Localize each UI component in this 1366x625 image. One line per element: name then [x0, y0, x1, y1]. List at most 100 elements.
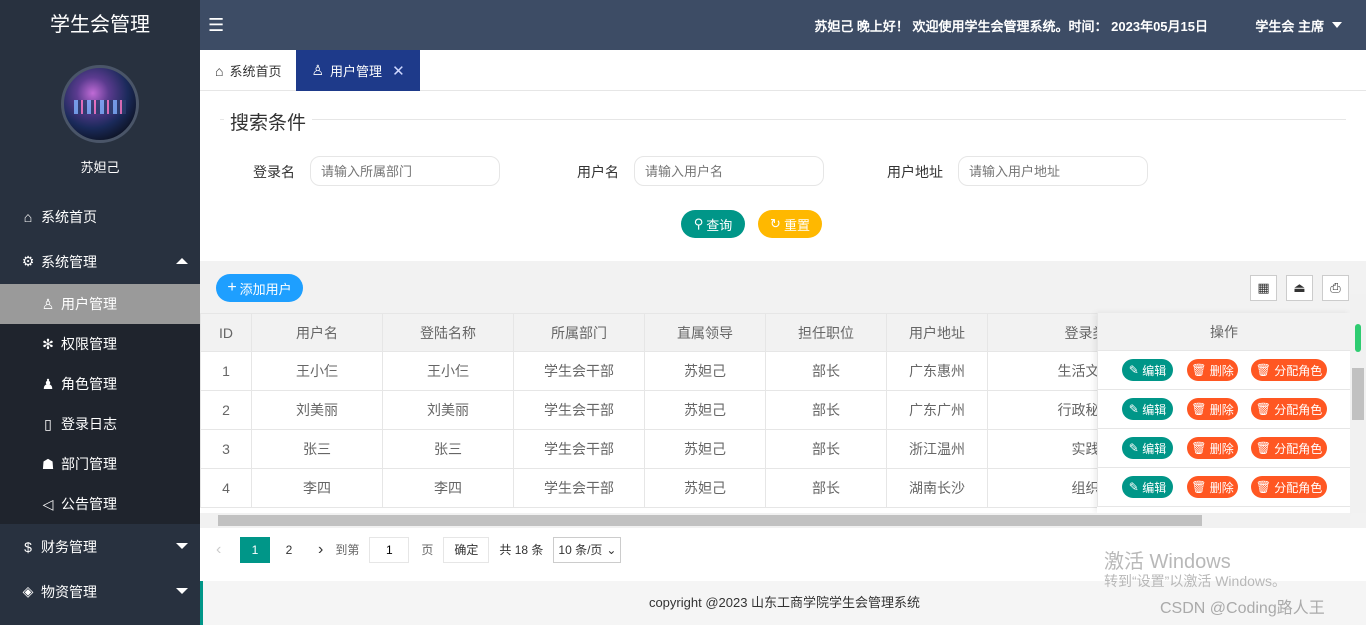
sidebar-item-user-management[interactable]: ♙ 用户管理 — [0, 284, 200, 324]
sidebar-item-department[interactable]: ☗ 部门管理 — [0, 444, 200, 484]
assign-role-button[interactable]: 🗑 分配角色 — [1251, 398, 1327, 420]
horizontal-scrollbar[interactable] — [200, 513, 1350, 528]
delete-label: 删除 — [1209, 441, 1234, 456]
sidebar-item-label: 公告管理 — [61, 496, 117, 512]
table-cell: 部长 — [765, 429, 887, 469]
chevron-up-icon — [176, 258, 188, 264]
edit-button[interactable]: ✎ 编辑 — [1122, 476, 1173, 498]
search-row: 登录名 用户名 用户地址 — [200, 156, 1366, 186]
trash-icon: 🗑 — [1191, 441, 1207, 455]
delete-button[interactable]: 🗑 删除 — [1187, 476, 1238, 498]
delete-button[interactable]: 🗑 删除 — [1187, 359, 1238, 381]
reset-button[interactable]: ↻ 重置 — [758, 210, 822, 238]
add-user-button[interactable]: + 添加用户 — [216, 274, 303, 302]
scroll-thumb[interactable] — [218, 515, 1202, 526]
table-cell: 苏妲己 — [644, 351, 766, 391]
sidebar-item-system[interactable]: ⚙ 系统管理 — [0, 239, 200, 284]
tab-home[interactable]: ⌂ 系统首页 — [200, 50, 296, 91]
export-icon[interactable]: ⏏ — [1286, 275, 1313, 301]
sidebar-item-login-log[interactable]: ▯ 登录日志 — [0, 404, 200, 444]
trash-icon: 🗑 — [1255, 402, 1271, 416]
trash-icon: 🗑 — [1191, 402, 1207, 416]
role-label: 学生会 主席 — [1255, 18, 1324, 34]
assign-role-button[interactable]: 🗑 分配角色 — [1251, 476, 1327, 498]
delete-label: 删除 — [1209, 480, 1234, 495]
table-cell: 张三 — [382, 429, 514, 469]
goto-page-input[interactable] — [369, 536, 410, 563]
avatar[interactable] — [61, 65, 139, 143]
column-header[interactable]: 登陆名称 — [382, 313, 514, 352]
table-area: + 添加用户 ▦ ⏏ ⎙ ID 用户名 登陆名称 所属部门 直属领导 担任职位 … — [200, 261, 1366, 571]
confirm-button[interactable]: 确定 — [443, 536, 490, 563]
print-icon[interactable]: ⎙ — [1322, 275, 1349, 301]
role-dropdown[interactable]: 学生会 主席 — [1255, 16, 1342, 35]
table-row[interactable]: 1 王小仨 王小仨 学生会干部 苏妲己 部长 广东惠州 生活文体部 — [200, 351, 1198, 391]
table-row[interactable]: 3 张三 张三 学生会干部 苏妲己 部长 浙江温州 实践部 — [200, 429, 1198, 469]
chevron-down-icon — [176, 588, 188, 594]
assign-role-button[interactable]: 🗑 分配角色 — [1251, 437, 1327, 459]
box-icon: ◈ — [22, 583, 34, 599]
vertical-scrollbar[interactable] — [1350, 294, 1366, 513]
search-legend: 搜索条件 — [224, 108, 313, 135]
search-panel: 搜索条件 登录名 用户名 用户地址 ⚲ 查询 ↻ 重置 — [200, 91, 1366, 261]
user-address-input[interactable] — [958, 156, 1148, 186]
greeting-text: 苏妲己 晚上好！ 欢迎使用学生会管理系统。时间： 2023年05月15日 — [814, 18, 1208, 34]
chevron-right-icon[interactable]: › — [318, 541, 323, 559]
pencil-icon: ✎ — [1128, 441, 1139, 455]
column-header[interactable]: 用户地址 — [886, 313, 988, 352]
columns-filter-icon[interactable]: ▦ — [1250, 275, 1277, 301]
delete-button[interactable]: 🗑 删除 — [1187, 398, 1238, 420]
column-header[interactable]: 所属部门 — [513, 313, 645, 352]
column-header[interactable]: ID — [200, 313, 252, 352]
table-cell: 湖南长沙 — [886, 468, 988, 508]
user-name-input[interactable] — [634, 156, 824, 186]
table-row[interactable]: 2 刘美丽 刘美丽 学生会干部 苏妲己 部长 广东广州 行政秘书部 — [200, 390, 1198, 430]
sidebar-menu: ⌂ 系统首页 ⚙ 系统管理 ♙ 用户管理 ✻ 权限管理 ♟ 角色管理 ▯ 登录日… — [0, 194, 200, 614]
sidebar-item-permission[interactable]: ✻ 权限管理 — [0, 324, 200, 364]
edit-button[interactable]: ✎ 编辑 — [1122, 398, 1173, 420]
column-header[interactable]: 直属领导 — [644, 313, 766, 352]
dollar-icon: $ — [24, 538, 32, 555]
reset-label: 重置 — [783, 217, 810, 233]
page-button[interactable]: 1 — [240, 536, 270, 563]
sidebar-item-notice[interactable]: ◁ 公告管理 — [0, 484, 200, 524]
table-row[interactable]: 4 李四 李四 学生会干部 苏妲己 部长 湖南长沙 组织部 — [200, 468, 1198, 508]
scroll-thumb[interactable] — [1352, 368, 1364, 420]
sidebar-username: 苏妲己 — [80, 160, 120, 175]
sidebar: 学生会管理 苏妲己 ⌂ 系统首页 ⚙ 系统管理 ♙ 用户管理 ✻ 权限管理 ♟ … — [0, 0, 200, 625]
table-cell: 学生会干部 — [513, 351, 645, 391]
divider — [220, 119, 1346, 120]
user-icon: ♙ — [311, 62, 325, 78]
table-header-row: ID 用户名 登陆名称 所属部门 直属领导 担任职位 用户地址 登录类型 — [200, 313, 1198, 352]
sidebar-item-finance[interactable]: $ 财务管理 — [0, 524, 200, 569]
table-toolbar: + 添加用户 ▦ ⏏ ⎙ — [200, 261, 1366, 313]
edit-button[interactable]: ✎ 编辑 — [1122, 359, 1173, 381]
login-name-input[interactable] — [310, 156, 500, 186]
query-button[interactable]: ⚲ 查询 — [681, 210, 745, 238]
sidebar-item-materials[interactable]: ◈ 物资管理 — [0, 569, 200, 614]
close-icon[interactable]: ✕ — [392, 62, 405, 80]
chevron-left-icon[interactable]: ‹ — [216, 541, 236, 559]
delete-button[interactable]: 🗑 删除 — [1187, 437, 1238, 459]
top-header: ☰ 苏妲己 晚上好！ 欢迎使用学生会管理系统。时间： 2023年05月15日 学… — [200, 0, 1366, 50]
sidebar-item-label: 系统首页 — [41, 208, 97, 225]
table-cell: 苏妲己 — [644, 390, 766, 430]
sidebar-item-home[interactable]: ⌂ 系统首页 — [0, 194, 200, 239]
sidebar-item-role[interactable]: ♟ 角色管理 — [0, 364, 200, 404]
page-button[interactable]: 2 — [274, 537, 304, 563]
user-icon: ♙ — [41, 295, 55, 312]
column-header[interactable]: 担任职位 — [765, 313, 887, 352]
edit-button[interactable]: ✎ 编辑 — [1122, 437, 1173, 459]
add-user-label: 添加用户 — [239, 281, 292, 297]
trash-icon: 🗑 — [1255, 480, 1271, 494]
tab-user-management[interactable]: ♙ 用户管理 ✕ — [296, 50, 420, 91]
user-name-label: 用户名 — [577, 164, 619, 180]
column-header[interactable]: 用户名 — [251, 313, 383, 352]
assign-role-button[interactable]: 🗑 分配角色 — [1251, 359, 1327, 381]
trash-icon: 🗑 — [1255, 441, 1271, 455]
delete-label: 删除 — [1209, 402, 1234, 417]
table-cell: 张三 — [251, 429, 383, 469]
chevron-down-icon: ⌄ — [606, 542, 617, 557]
page-size-select[interactable]: 10 条/页 ⌄ — [553, 536, 622, 563]
menu-toggle-icon[interactable]: ☰ — [208, 15, 238, 36]
